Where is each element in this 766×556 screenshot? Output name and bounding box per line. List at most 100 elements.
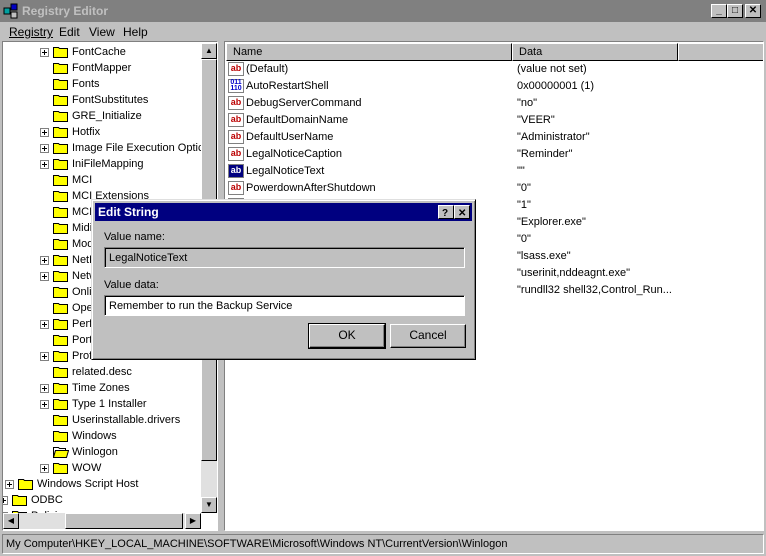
tree-item[interactable]: related.desc [3, 364, 203, 380]
string-value-icon: ab [228, 181, 244, 195]
help-button[interactable]: ? [438, 205, 454, 219]
tree-item[interactable]: ODBC [3, 492, 203, 508]
value-row[interactable]: ab DebugServerCommand "no" [225, 95, 763, 112]
folder-icon [53, 223, 68, 234]
expand-icon[interactable] [5, 480, 14, 489]
minimize-button[interactable]: _ [711, 4, 727, 18]
menu-help[interactable]: Help [123, 25, 148, 39]
folder-icon [53, 351, 68, 362]
string-value-icon: ab [228, 96, 244, 110]
tree-item[interactable]: GRE_Initialize [3, 108, 203, 124]
value-data-input[interactable]: Remember to run the Backup Service [104, 295, 465, 316]
value-data-text[interactable]: Remember to run the Backup Service [109, 300, 292, 312]
close-button[interactable]: ✕ [745, 4, 761, 18]
folder-icon [53, 47, 68, 58]
value-row[interactable]: ab (Default) (value not set) [225, 61, 763, 78]
window-titlebar[interactable]: Registry Editor _ □ ✕ [0, 0, 766, 22]
tree-item[interactable]: Type 1 Installer [3, 396, 203, 412]
value-data: "Explorer.exe" [517, 216, 586, 228]
folder-icon [53, 191, 68, 202]
folder-icon [12, 495, 27, 506]
folder-icon [53, 255, 68, 266]
string-value-icon: ab [228, 113, 244, 127]
expand-icon[interactable] [40, 400, 49, 409]
scroll-down-button[interactable]: ▼ [201, 497, 217, 513]
tree-item[interactable]: Time Zones [3, 380, 203, 396]
expand-icon[interactable] [40, 272, 49, 281]
string-value-icon: ab [228, 164, 244, 178]
binary-value-icon: 011 110 [228, 79, 244, 93]
tree-item[interactable]: MCI [3, 172, 203, 188]
folder-icon [53, 367, 68, 378]
expand-icon[interactable] [40, 384, 49, 393]
folder-icon [53, 463, 68, 474]
tree-item-label: FontSubstitutes [72, 94, 149, 106]
tree-item[interactable]: Winlogon [3, 444, 203, 460]
value-row[interactable]: ab LegalNoticeCaption "Reminder" [225, 146, 763, 163]
tree-item[interactable]: IniFileMapping [3, 156, 203, 172]
value-data: "userinit,nddeagnt.exe" [517, 267, 630, 279]
menu-view[interactable]: View [89, 25, 115, 39]
folder-icon [53, 95, 68, 106]
column-header-data[interactable]: Data [512, 43, 678, 61]
value-row[interactable]: ab PowerdownAfterShutdown "0" [225, 180, 763, 197]
tree-item[interactable]: WOW [3, 460, 203, 476]
expand-icon[interactable] [40, 320, 49, 329]
column-header-data-label: Data [519, 46, 543, 58]
value-data: "rundll32 shell32,Control_Run... [517, 284, 672, 296]
expand-icon[interactable] [40, 128, 49, 137]
tree-item-label: Windows Script Host [37, 478, 139, 490]
tree-item-label: Userinstallable.drivers [72, 414, 181, 426]
maximize-button[interactable]: □ [727, 4, 743, 18]
value-name: PowerdownAfterShutdown [246, 182, 376, 194]
tree-item-label: Image File Execution Optic [72, 142, 204, 154]
expand-icon[interactable] [40, 144, 49, 153]
open-folder-icon [53, 447, 69, 458]
value-row[interactable]: ab DefaultDomainName "VEER" [225, 112, 763, 129]
value-row[interactable]: ab DefaultUserName "Administrator" [225, 129, 763, 146]
value-row[interactable]: 011 110 AutoRestartShell 0x00000001 (1) [225, 78, 763, 95]
folder-icon [53, 271, 68, 282]
expand-icon[interactable] [40, 160, 49, 169]
tree-item-label: FontMapper [72, 62, 132, 74]
expand-icon[interactable] [40, 48, 49, 57]
tree-item[interactable]: Windows [3, 428, 203, 444]
value-name: (Default) [246, 63, 289, 75]
scroll-left-button[interactable]: ◀ [3, 513, 19, 529]
value-row[interactable]: ab LegalNoticeText "" [225, 163, 763, 180]
tree-item[interactable]: Userinstallable.drivers [3, 412, 203, 428]
dialog-title: Edit String [98, 205, 159, 219]
menu-registry[interactable]: Registry [9, 25, 53, 39]
scroll-up-button[interactable]: ▲ [201, 43, 217, 59]
tree-item-label: related.desc [72, 366, 132, 378]
folder-icon [53, 159, 68, 170]
tree-item[interactable]: Fonts [3, 76, 203, 92]
column-header-name[interactable]: Name [226, 43, 512, 61]
scroll-right-button[interactable]: ▶ [185, 513, 201, 529]
tree-item[interactable]: FontCache [3, 44, 203, 60]
tree-item[interactable]: Image File Execution Optic [3, 140, 203, 156]
tree-horizontal-scrollbar[interactable]: ◀ ▶ [3, 513, 201, 529]
menu-edit[interactable]: Edit [59, 25, 80, 39]
menubar: Registry Edit View Help [0, 22, 766, 40]
value-name: AutoRestartShell [246, 80, 329, 92]
value-name: LegalNoticeCaption [246, 148, 343, 160]
expand-icon[interactable] [40, 256, 49, 265]
column-header-name-label: Name [233, 46, 263, 58]
column-header-empty [678, 43, 763, 61]
arrow-up-icon: ▲ [205, 46, 213, 55]
tree-item[interactable]: FontSubstitutes [3, 92, 203, 108]
tree-item[interactable]: Windows Script Host [3, 476, 203, 492]
tree-item[interactable]: FontMapper [3, 60, 203, 76]
expand-icon[interactable] [40, 352, 49, 361]
expand-icon[interactable] [3, 496, 8, 505]
tree-item[interactable]: Hotfix [3, 124, 203, 140]
value-data: "VEER" [517, 114, 555, 126]
dialog-titlebar[interactable]: Edit String ? ✕ [95, 203, 472, 221]
hscroll-thumb[interactable] [65, 513, 183, 529]
edit-string-dialog[interactable]: Edit String ? ✕ Value name: LegalNoticeT… [91, 199, 476, 360]
expand-icon[interactable] [40, 464, 49, 473]
ok-button[interactable]: OK [308, 323, 386, 349]
dialog-close-button[interactable]: ✕ [454, 205, 470, 219]
cancel-button[interactable]: Cancel [390, 324, 466, 348]
